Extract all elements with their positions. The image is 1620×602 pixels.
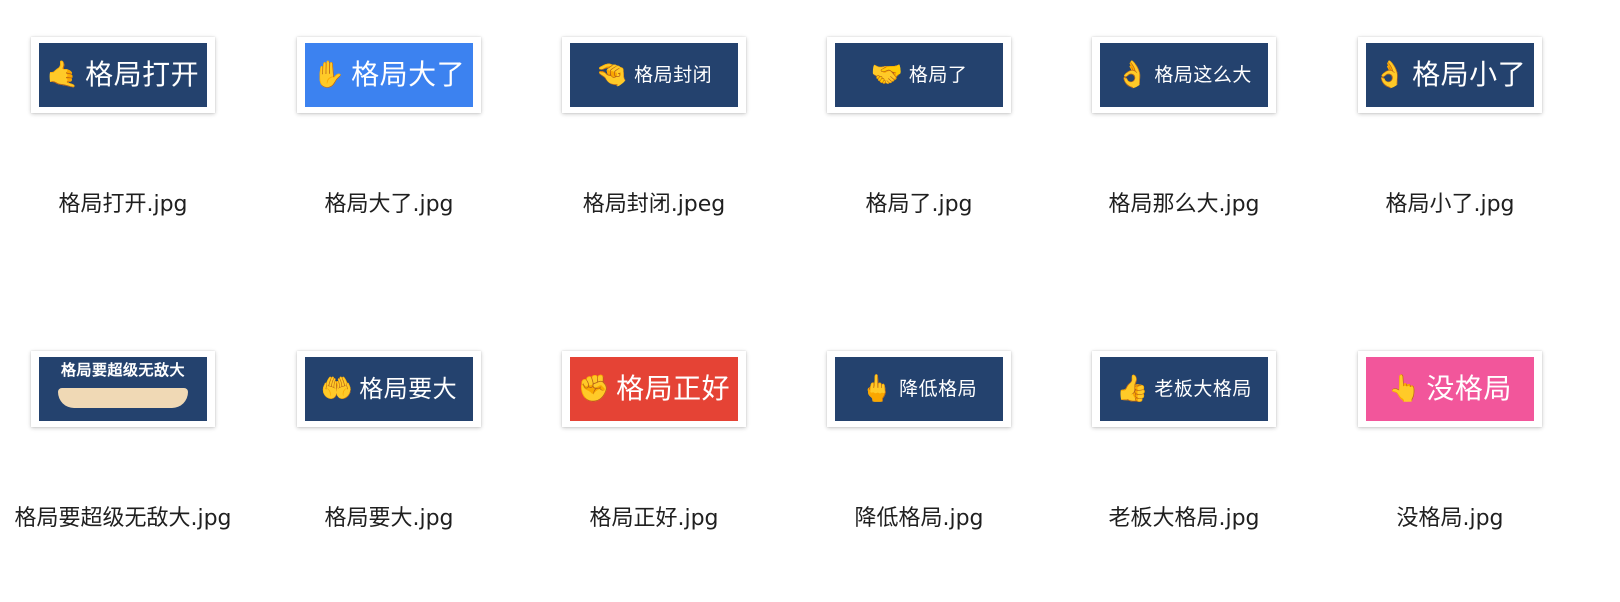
file-item[interactable]: 🖕 降低格局降低格局.jpg: [809, 351, 1029, 601]
file-name-label[interactable]: 格局了.jpg: [809, 189, 1029, 221]
thumbnail-text: 老板大格局: [1154, 377, 1252, 400]
thumbnail-text: 格局正好: [616, 372, 731, 405]
long-arm-icon: [58, 388, 188, 408]
thumbnail-image: ✊ 格局正好: [570, 357, 738, 421]
file-thumbnail[interactable]: 🖕 降低格局: [827, 351, 1011, 427]
file-name-label[interactable]: 降低格局.jpg: [809, 503, 1029, 535]
file-item[interactable]: 👍 老板大格局老板大格局.jpg: [1074, 351, 1294, 601]
file-item[interactable]: ✋ 格局大了格局大了.jpg: [279, 37, 499, 287]
thumbnail-image: 🤙 格局打开: [39, 43, 207, 107]
thumbnail-text: 格局要超级无敌大: [60, 361, 185, 379]
thumbnail-text: 降低格局: [899, 377, 978, 400]
file-name-label[interactable]: 格局正好.jpg: [544, 503, 764, 535]
thumbnail-text: 格局封闭: [634, 63, 713, 86]
file-item[interactable]: 👆 没格局没格局.jpg: [1340, 351, 1560, 601]
file-grid: 🤙 格局打开 格局打开.jpg ✋ 格局大了 格局大了.jpg 🤏 格局封闭 格局封闭.jpeg…: [0, 0, 1620, 602]
file-thumbnail[interactable]: ✊ 格局正好: [562, 351, 746, 427]
file-item[interactable]: 🤲 格局要大格局要大.jpg: [279, 351, 499, 601]
file-item[interactable]: 👌 格局小了格局小了.jpg: [1340, 37, 1560, 287]
pointing-finger-icon: 👆: [1388, 374, 1421, 404]
thumbnail-image: 🤝 格局了: [835, 43, 1003, 107]
file-item[interactable]: 👌 格局这么大格局那么大.jpg: [1074, 37, 1294, 287]
thumbnail-text: 格局大了: [351, 58, 466, 91]
thumbnail-image: 👆 没格局: [1366, 357, 1534, 421]
file-thumbnail[interactable]: 格局要超级无敌大: [31, 351, 215, 427]
closed-hand-icon: 🤏: [595, 60, 629, 90]
file-name-label[interactable]: 格局要大.jpg: [279, 503, 499, 535]
middle-finger-icon: 🖕: [860, 374, 894, 404]
thumbnail-image: 👍 老板大格局: [1100, 357, 1268, 421]
file-thumbnail[interactable]: 🤝 格局了: [827, 37, 1011, 113]
file-name-label[interactable]: 格局要超级无敌大.jpg: [13, 503, 233, 535]
file-name-label[interactable]: 格局大了.jpg: [279, 189, 499, 221]
file-item[interactable]: 🤝 格局了格局了.jpg: [809, 37, 1029, 287]
thumbnail-text: 格局打开: [85, 58, 200, 91]
thumbnail-image: 👌 格局小了: [1366, 43, 1534, 107]
file-name-label[interactable]: 格局封闭.jpeg: [544, 189, 764, 221]
file-name-label[interactable]: 没格局.jpg: [1340, 503, 1560, 535]
ok-hand-icon: 👌: [1116, 60, 1149, 90]
file-item[interactable]: ✊ 格局正好格局正好.jpg: [544, 351, 764, 601]
thumbs-up-icon: 👍: [1116, 374, 1149, 404]
file-name-label[interactable]: 格局那么大.jpg: [1074, 189, 1294, 221]
wide-arm-icon: 🤲: [320, 374, 354, 404]
file-thumbnail[interactable]: 🤲 格局要大: [297, 351, 481, 427]
fist-icon: ✊: [577, 374, 611, 404]
file-thumbnail[interactable]: 👍 老板大格局: [1092, 351, 1276, 427]
thumbnail-image: 👌 格局这么大: [1100, 43, 1268, 107]
file-thumbnail[interactable]: 🤏 格局封闭: [562, 37, 746, 113]
thumbnail-image: 🖕 降低格局: [835, 357, 1003, 421]
thumbnail-text: 格局这么大: [1154, 63, 1252, 86]
thumbnail-text: 格局要大: [359, 375, 458, 403]
open-arm-icon: 🤙: [46, 60, 80, 90]
raised-hand-icon: ✋: [312, 60, 346, 90]
thumbnail-image: 格局要超级无敌大: [39, 357, 207, 421]
file-item[interactable]: 🤙 格局打开格局打开.jpg: [13, 37, 233, 287]
thumbnail-image: ✋ 格局大了: [305, 43, 473, 107]
thumbnail-text: 格局了: [908, 63, 968, 86]
file-name-label[interactable]: 老板大格局.jpg: [1074, 503, 1294, 535]
file-thumbnail[interactable]: 👌 格局小了: [1358, 37, 1542, 113]
file-item[interactable]: 🤏 格局封闭格局封闭.jpeg: [544, 37, 764, 287]
thumbnail-text: 格局小了: [1412, 58, 1527, 91]
file-name-label[interactable]: 格局小了.jpg: [1340, 189, 1560, 221]
thumbnail-text: 没格局: [1426, 372, 1512, 405]
file-item[interactable]: 格局要超级无敌大格局要超级无敌大.jpg: [13, 351, 233, 601]
file-thumbnail[interactable]: 👆 没格局: [1358, 351, 1542, 427]
pinch-hand-icon: 👌: [1373, 60, 1407, 90]
file-name-label[interactable]: 格局打开.jpg: [13, 189, 233, 221]
handshake-icon: 🤝: [870, 60, 903, 90]
file-thumbnail[interactable]: 🤙 格局打开: [31, 37, 215, 113]
file-thumbnail[interactable]: 👌 格局这么大: [1092, 37, 1276, 113]
file-thumbnail[interactable]: ✋ 格局大了: [297, 37, 481, 113]
thumbnail-image: 🤲 格局要大: [305, 357, 473, 421]
thumbnail-image: 🤏 格局封闭: [570, 43, 738, 107]
